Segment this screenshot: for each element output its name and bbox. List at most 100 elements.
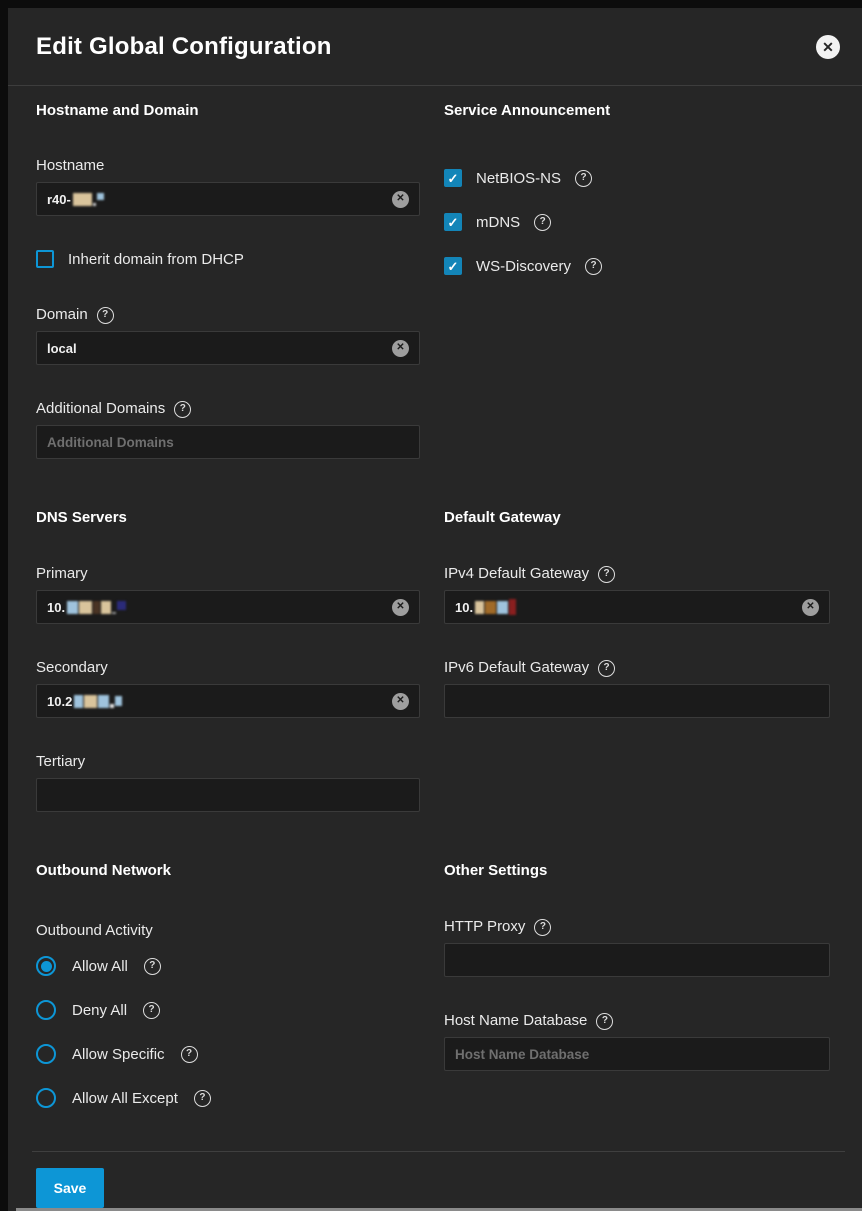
ipv4-gateway-input[interactable]: 10. ✕: [444, 590, 830, 624]
domain-label-text: Domain: [36, 305, 88, 325]
inherit-domain-label: Inherit domain from DHCP: [68, 251, 244, 268]
radio-icon[interactable]: [36, 1044, 56, 1064]
radio-deny-all[interactable]: Deny All ?: [36, 998, 420, 1022]
secondary-dns-input[interactable]: 10.2 ✕: [36, 684, 420, 718]
clear-icon[interactable]: ✕: [392, 599, 409, 616]
ipv4-gateway-label: IPv4 Default Gateway ?: [444, 564, 830, 584]
screen: Edit Global Configuration ✕ Hostname and…: [0, 0, 862, 1211]
checkbox-checked-icon[interactable]: ✓: [444, 169, 462, 187]
inherit-domain-checkbox-row[interactable]: Inherit domain from DHCP: [36, 250, 420, 268]
redacted-text: [475, 599, 516, 615]
ipv4-gateway-label-text: IPv4 Default Gateway: [444, 564, 589, 584]
section-title-hostname-and-domain: Hostname and Domain: [36, 101, 420, 121]
clear-icon[interactable]: ✕: [392, 693, 409, 710]
section-outbound-network: Outbound Network Outbound Activity Allow…: [36, 861, 420, 1151]
section-default-gateway: Default Gateway IPv4 Default Gateway ? 1…: [444, 508, 830, 861]
row-outbound-other: Outbound Network Outbound Activity Allow…: [36, 861, 832, 1151]
help-icon[interactable]: ?: [534, 214, 551, 231]
clear-icon[interactable]: ✕: [392, 340, 409, 357]
ipv4-gateway-field-group: IPv4 Default Gateway ? 10. ✕: [444, 564, 830, 624]
domain-input[interactable]: local ✕: [36, 331, 420, 365]
redacted-text: [67, 601, 126, 614]
help-icon[interactable]: ?: [598, 660, 615, 677]
ipv6-gateway-label-text: IPv6 Default Gateway: [444, 658, 589, 678]
additional-domains-label: Additional Domains ?: [36, 399, 420, 419]
primary-dns-field-group: Primary 10. ✕: [36, 564, 420, 624]
tertiary-dns-label: Tertiary: [36, 752, 420, 772]
checkbox-unchecked-icon[interactable]: [36, 250, 54, 268]
host-name-database-field-group: Host Name Database ? Host Name Database: [444, 1011, 830, 1071]
domain-field-group: Domain ? local ✕: [36, 305, 420, 365]
hostname-input[interactable]: r40- ✕: [36, 182, 420, 216]
tertiary-dns-input[interactable]: [36, 778, 420, 812]
http-proxy-label-text: HTTP Proxy: [444, 917, 525, 937]
allow-specific-label: Allow Specific: [72, 1046, 165, 1063]
mdns-label: mDNS: [476, 214, 520, 231]
section-dns-servers: DNS Servers Primary 10. ✕ Sec: [36, 508, 420, 861]
close-icon[interactable]: ✕: [816, 35, 840, 59]
help-icon[interactable]: ?: [181, 1046, 198, 1063]
netbios-ns-checkbox-row[interactable]: ✓ NetBIOS-NS ?: [444, 169, 830, 187]
domain-value: local: [47, 341, 77, 356]
ws-discovery-checkbox-row[interactable]: ✓ WS-Discovery ?: [444, 257, 830, 275]
help-icon[interactable]: ?: [598, 566, 615, 583]
radio-allow-all[interactable]: Allow All ?: [36, 954, 420, 978]
host-name-database-input[interactable]: Host Name Database: [444, 1037, 830, 1071]
primary-dns-label-text: Primary: [36, 564, 88, 584]
ws-discovery-label: WS-Discovery: [476, 258, 571, 275]
section-hostname-and-domain: Hostname and Domain Hostname r40- ✕: [36, 101, 420, 508]
hostname-field-group: Hostname r40- ✕: [36, 156, 420, 216]
help-icon[interactable]: ?: [144, 958, 161, 975]
edit-global-configuration-dialog: Edit Global Configuration ✕ Hostname and…: [8, 8, 862, 1211]
ipv6-gateway-input[interactable]: [444, 684, 830, 718]
secondary-dns-field-group: Secondary 10.2 ✕: [36, 658, 420, 718]
allow-all-except-label: Allow All Except: [72, 1090, 178, 1107]
dialog-content: Hostname and Domain Hostname r40- ✕: [8, 86, 862, 1208]
clear-icon[interactable]: ✕: [802, 599, 819, 616]
secondary-dns-value: 10.2: [47, 694, 72, 709]
additional-domains-input[interactable]: Additional Domains: [36, 425, 420, 459]
radio-allow-specific[interactable]: Allow Specific ?: [36, 1042, 420, 1066]
clear-icon[interactable]: ✕: [392, 191, 409, 208]
primary-dns-input[interactable]: 10. ✕: [36, 590, 420, 624]
radio-icon[interactable]: [36, 1088, 56, 1108]
additional-domains-field-group: Additional Domains ? Additional Domains: [36, 399, 420, 459]
help-icon[interactable]: ?: [534, 919, 551, 936]
primary-dns-value: 10.: [47, 600, 65, 615]
help-icon[interactable]: ?: [194, 1090, 211, 1107]
help-icon[interactable]: ?: [143, 1002, 160, 1019]
section-title-service-announcement: Service Announcement: [444, 101, 830, 121]
ipv6-gateway-field-group: IPv6 Default Gateway ?: [444, 658, 830, 718]
hostname-label-text: Hostname: [36, 156, 104, 176]
save-button[interactable]: Save: [36, 1168, 104, 1208]
radio-icon[interactable]: [36, 1000, 56, 1020]
outbound-activity-label: Outbound Activity: [36, 921, 420, 941]
row-dns-gateway: DNS Servers Primary 10. ✕ Sec: [36, 508, 832, 861]
domain-label: Domain ?: [36, 305, 420, 325]
dialog-header: Edit Global Configuration ✕: [8, 8, 862, 86]
help-icon[interactable]: ?: [174, 401, 191, 418]
ipv4-gateway-value: 10.: [455, 600, 473, 615]
help-icon[interactable]: ?: [596, 1013, 613, 1030]
footer-divider: [32, 1151, 845, 1152]
redacted-text: [74, 695, 122, 708]
section-title-outbound-network: Outbound Network: [36, 861, 420, 881]
section-title-dns-servers: DNS Servers: [36, 508, 420, 528]
outbound-activity-label-text: Outbound Activity: [36, 921, 153, 941]
row-hostname-service: Hostname and Domain Hostname r40- ✕: [36, 86, 832, 508]
hostname-value: r40-: [47, 192, 71, 207]
tertiary-dns-field-group: Tertiary: [36, 752, 420, 812]
help-icon[interactable]: ?: [97, 307, 114, 324]
radio-allow-all-except[interactable]: Allow All Except ?: [36, 1086, 420, 1110]
checkbox-checked-icon[interactable]: ✓: [444, 257, 462, 275]
http-proxy-input[interactable]: [444, 943, 830, 977]
host-name-database-label-text: Host Name Database: [444, 1011, 587, 1031]
allow-all-label: Allow All: [72, 958, 128, 975]
section-title-default-gateway: Default Gateway: [444, 508, 830, 528]
help-icon[interactable]: ?: [575, 170, 592, 187]
help-icon[interactable]: ?: [585, 258, 602, 275]
checkbox-checked-icon[interactable]: ✓: [444, 213, 462, 231]
hostname-label: Hostname: [36, 156, 420, 176]
mdns-checkbox-row[interactable]: ✓ mDNS ?: [444, 213, 830, 231]
radio-selected-icon[interactable]: [36, 956, 56, 976]
